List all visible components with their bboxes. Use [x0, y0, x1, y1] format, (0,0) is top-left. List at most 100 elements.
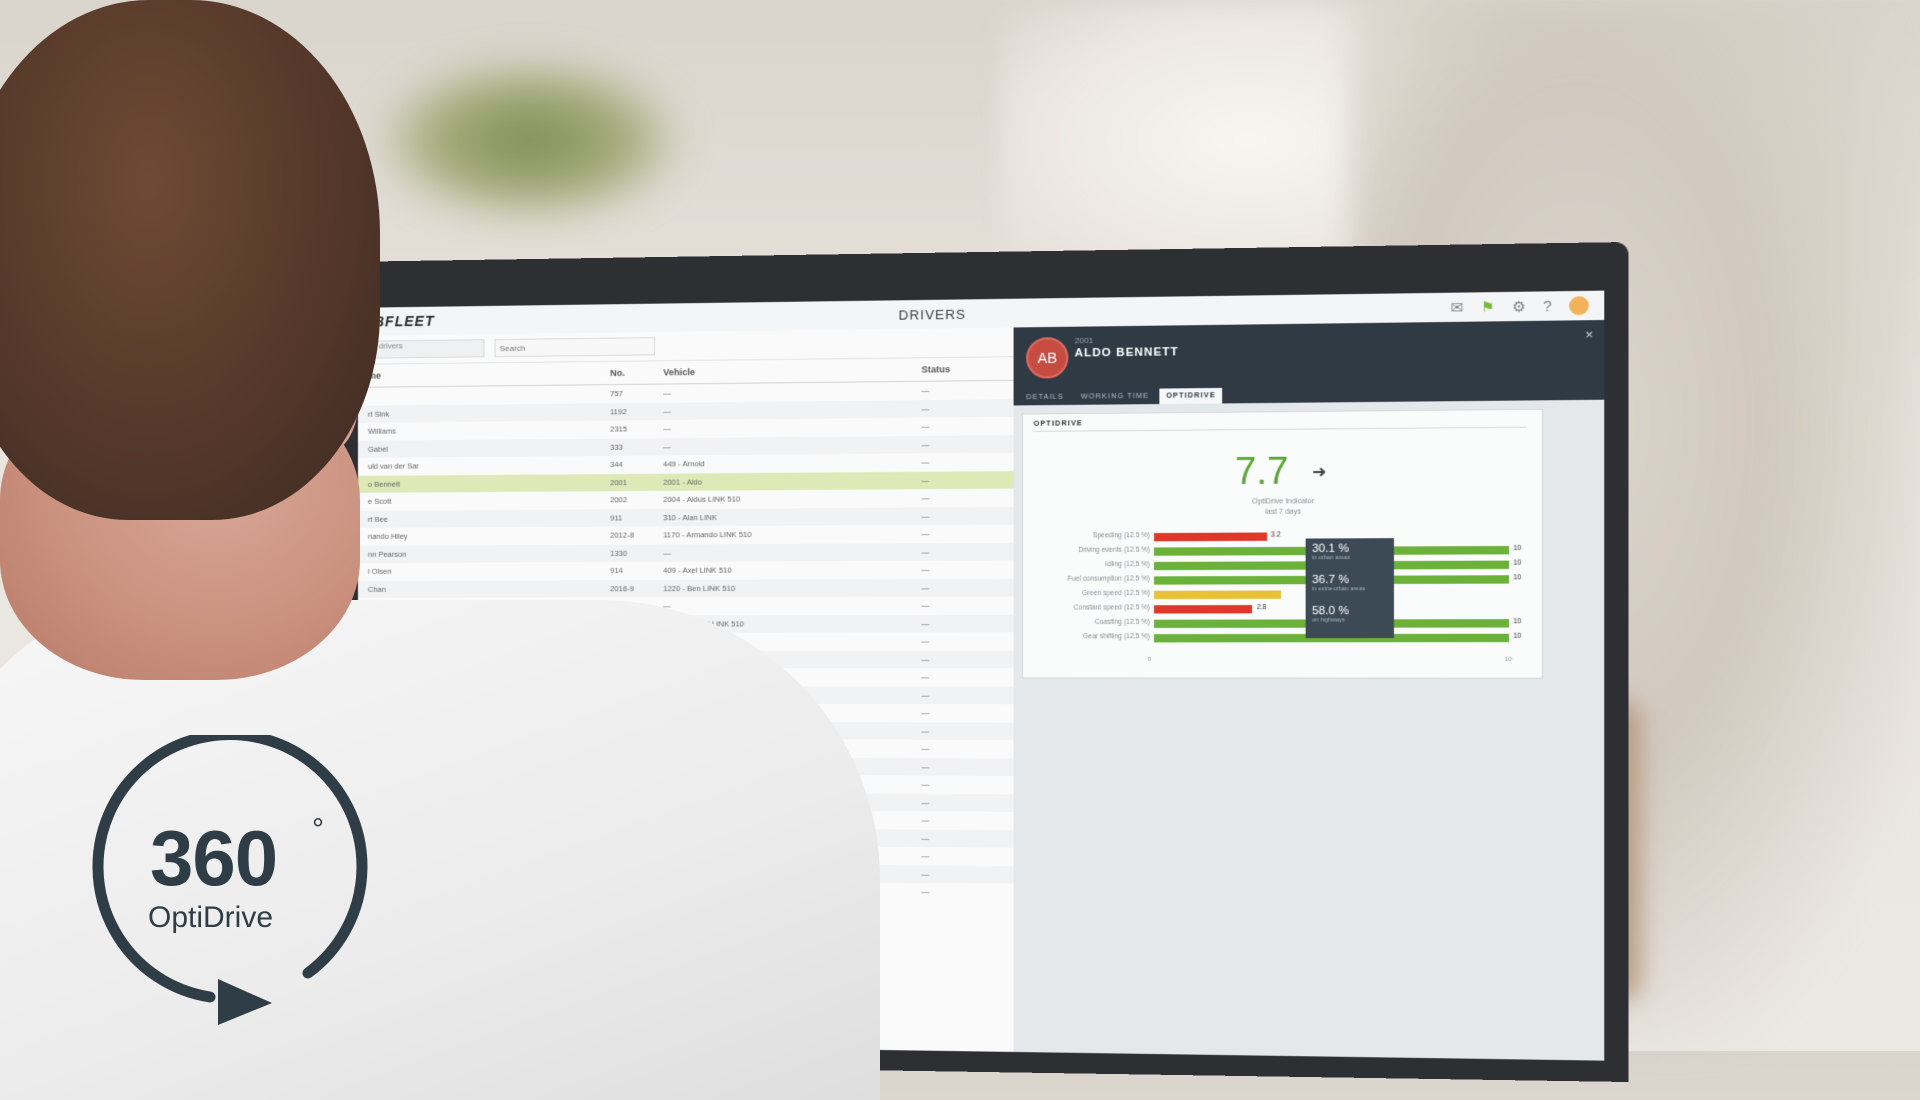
cell-vehicle: 1170 - Armando LINK 510: [663, 529, 921, 539]
table-row[interactable]: Chan2016-91220 - Ben LINK 510—: [358, 578, 1014, 598]
bar-label: Gear shifting (12.5 %): [1023, 633, 1150, 640]
score-caption: OptiDrive Indicator last 7 days: [1230, 497, 1337, 518]
tab-optidrive[interactable]: OPTIDRIVE: [1160, 388, 1223, 404]
cell-vehicle: —: [663, 601, 921, 611]
cell-no: 757: [610, 389, 663, 399]
cell-status: —: [921, 780, 1005, 790]
bar-label: Green speed (12.5 %): [1023, 590, 1150, 598]
cell-status: —: [921, 726, 1005, 735]
messages-icon[interactable]: ✉: [1451, 298, 1464, 316]
cell-status: —: [921, 457, 1005, 467]
bar-value: 10: [1513, 618, 1521, 625]
column-no[interactable]: No.: [610, 367, 663, 378]
tooltip-value: 36.7 %: [1312, 574, 1365, 587]
cell-vehicle: 1220 - Ben LINK 510: [663, 583, 921, 593]
optidrive-bar-row[interactable]: Fuel consumption (12.5 %)10: [1023, 573, 1542, 586]
driver-header: AB 2001 ALDO BENNETT × DETAILS WORKING T…: [1014, 320, 1605, 405]
cell-status: —: [921, 619, 1005, 628]
optidrive-card: OPTIDRIVE 7.7 ➜ OptiDrive Indicator last…: [1022, 409, 1543, 679]
cell-vehicle: 2001 - Aldo: [663, 476, 921, 487]
column-name[interactable]: me: [358, 368, 610, 381]
cell-vehicle: —: [663, 404, 921, 416]
cell-status: —: [921, 493, 1005, 503]
cell-no: 914: [610, 566, 663, 575]
bar-fill: [1154, 605, 1252, 613]
cell-status: —: [921, 851, 1005, 861]
column-status[interactable]: Status: [921, 363, 1005, 374]
cell-status: —: [921, 547, 1005, 557]
cell-status: —: [921, 511, 1005, 521]
notifications-icon[interactable]: ⚑: [1481, 298, 1495, 316]
cell-status: —: [921, 869, 1005, 879]
column-vehicle[interactable]: Vehicle: [663, 364, 921, 377]
score-period: last 7 days: [1230, 507, 1337, 518]
cell-no: 2012-8: [610, 531, 663, 540]
cell-vehicle: 310 - Alan LINK: [663, 511, 921, 522]
cell-name: uld van der Sar: [358, 460, 610, 471]
cell-name: Gabel: [358, 442, 610, 453]
cell-status: —: [921, 529, 1005, 539]
cell-status: —: [921, 708, 1005, 717]
bar-value: 10: [1513, 633, 1521, 640]
optidrive-bars: Speeding (12.5 %)3.2Driving events (12.5…: [1023, 410, 1542, 415]
bar-value: 2.8: [1257, 604, 1267, 611]
bar-fill: [1154, 590, 1281, 599]
optidrive-bar-row[interactable]: Idling (12.5 %)10: [1023, 558, 1542, 571]
bar-value: 10: [1513, 545, 1521, 552]
optidrive-360-logo: 360 ° OptiDrive: [90, 735, 380, 1035]
cell-status: —: [921, 637, 1005, 646]
score-caption-label: OptiDrive Indicator: [1230, 497, 1337, 508]
driver-filter-select[interactable]: ll drivers: [368, 339, 484, 358]
cell-name: [358, 394, 610, 397]
close-icon[interactable]: ×: [1585, 326, 1593, 342]
cell-no: 2315: [610, 424, 663, 434]
cell-status: —: [921, 690, 1005, 699]
tooltip-label: on highways: [1312, 617, 1349, 623]
user-avatar[interactable]: [1569, 296, 1589, 315]
help-icon[interactable]: ?: [1543, 298, 1552, 315]
tooltip-value: 30.1 %: [1312, 542, 1350, 555]
cell-status: —: [921, 439, 1005, 449]
bar-value: 3.2: [1271, 531, 1281, 538]
optidrive-bar-row[interactable]: Coasting (12.5 %)10: [1023, 617, 1542, 629]
cell-status: —: [921, 421, 1005, 431]
optidrive-bar-row[interactable]: Gear shifting (12.5 %) 10: [1023, 632, 1542, 644]
toolbar-icons: ✉ ⚑ ⚙ ?: [1451, 296, 1589, 317]
cell-status: —: [921, 744, 1005, 753]
arrow-right-icon: ➜: [1312, 462, 1326, 483]
cell-no: 1192: [610, 407, 663, 417]
logo-text: OptiDrive: [148, 901, 273, 935]
optidrive-bar-row[interactable]: Constant speed (12.5 %) 2.8: [1023, 602, 1542, 614]
cell-no: 333: [610, 442, 663, 452]
cell-name: nando Hiley: [358, 531, 610, 541]
cell-vehicle: —: [663, 440, 921, 451]
tab-working-time[interactable]: WORKING TIME: [1074, 389, 1155, 405]
settings-icon[interactable]: ⚙: [1512, 297, 1526, 315]
bar-label: Constant speed (12.5 %): [1023, 604, 1150, 611]
cell-no: 1330: [610, 548, 663, 557]
driver-tabs: DETAILS WORKING TIME OPTIDRIVE: [1020, 388, 1222, 405]
person-head: [0, 0, 380, 520]
cell-status: —: [921, 385, 1005, 395]
optidrive-bar-row[interactable]: Green speed (12.5 %): [1023, 588, 1542, 601]
driver-avatar: AB: [1026, 337, 1068, 379]
cell-status: —: [921, 475, 1005, 485]
cell-name: l Olsen: [358, 566, 610, 576]
cell-name: rt Sink: [358, 407, 610, 418]
bar-label: Driving events (12.5 %): [1023, 546, 1150, 554]
cell-vehicle: 409 - Axel LINK 510: [663, 565, 921, 575]
table-row[interactable]: l Olsen914409 - Axel LINK 510—: [358, 560, 1014, 580]
search-input[interactable]: [495, 337, 656, 357]
cell-vehicle: 449 - Arnold: [663, 458, 921, 469]
cell-no: 344: [610, 460, 663, 470]
cell-name: rt Bee: [358, 513, 610, 523]
optidrive-bar-row[interactable]: Speeding (12.5 %)3.2: [1023, 529, 1542, 543]
cell-status: —: [921, 583, 1005, 592]
cell-status: —: [921, 887, 1005, 897]
tab-details[interactable]: DETAILS: [1020, 389, 1070, 405]
optidrive-section-title: OPTIDRIVE: [1034, 416, 1527, 432]
cell-status: —: [921, 565, 1005, 575]
optidrive-bar-row[interactable]: Driving events (12.5 %) 10: [1023, 544, 1542, 558]
bar-label: Idling (12.5 %): [1023, 561, 1150, 569]
cell-name: e Scott: [358, 496, 610, 507]
